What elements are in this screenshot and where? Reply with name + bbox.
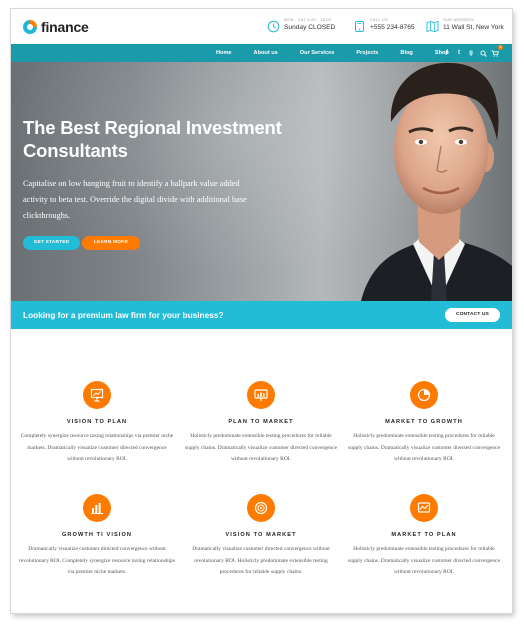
learn-more-button[interactable]: LEARN MORE xyxy=(82,236,140,250)
address-value: 11 Wall St, New York xyxy=(443,24,504,31)
cart-count-badge: 0 xyxy=(498,45,503,50)
feature-title: MARKET TO PLAN xyxy=(391,532,457,538)
hero-title: The Best Regional Investment Consultants xyxy=(23,117,282,161)
feature-title: VISION TO PLAN xyxy=(66,419,128,425)
nav-our-services[interactable]: Our Services xyxy=(300,50,335,56)
feature-text: Holisticly predominate extensible testin… xyxy=(184,433,338,462)
feature-title: VISION TO MARKET xyxy=(225,532,297,538)
nav-projects[interactable]: Projects xyxy=(356,50,378,56)
feature-card: GROWTH TI VISION Dramatically visualize … xyxy=(17,494,177,579)
phone-icon xyxy=(355,21,364,32)
feature-title: PLAN TO MARKET xyxy=(228,419,294,425)
contact-us-button[interactable]: CONTACT US xyxy=(445,308,500,322)
bar-chart-icon xyxy=(83,494,111,522)
hours-value: Sunday CLOSED xyxy=(284,24,336,31)
page-frame: finance MON - SAT 8.00 - 18.00 Sunday CL… xyxy=(11,9,512,613)
feature-text: Holisticly predominate extensible testin… xyxy=(347,433,501,462)
feature-card: VISION TO PLAN Completely synergize reso… xyxy=(17,381,177,466)
feature-card: MARKET TO PLAN Holisticly predominate ex… xyxy=(344,494,504,579)
line-chart-icon xyxy=(410,494,438,522)
search-icon[interactable] xyxy=(478,48,488,58)
logo-text: finance xyxy=(41,19,89,35)
clock-icon xyxy=(267,20,280,33)
hero-section: The Best Regional Investment Consultants… xyxy=(11,62,512,301)
cta-banner: Looking for a premium law firm for your … xyxy=(11,301,512,329)
nav-icons: f t g 0 xyxy=(440,45,503,58)
logo[interactable]: finance xyxy=(23,19,89,35)
address-info: OUR ADDRESS 11 Wall St, New York xyxy=(426,18,504,33)
feature-text: Completely synergize resource taxing rel… xyxy=(20,433,174,462)
main-nav: Home About us Our Services Projects Blog… xyxy=(211,44,471,62)
map-icon xyxy=(426,20,439,33)
hours-info: MON - SAT 8.00 - 18.00 Sunday CLOSED xyxy=(267,18,335,33)
chart-board-icon xyxy=(83,381,111,409)
hero-subtitle: Capitalise on low hanging fruit to ident… xyxy=(23,179,247,220)
feature-title: MARKET TO GROWTH xyxy=(385,419,463,425)
feature-card: VISION TO MARKET Dramatically visualize … xyxy=(181,494,341,579)
feature-card: PLAN TO MARKET Holisticly predominate ex… xyxy=(181,381,341,466)
hero-portrait-image xyxy=(361,62,512,301)
twitter-icon[interactable]: t xyxy=(454,48,464,58)
phone-value[interactable]: +555 234-8765 xyxy=(370,23,415,32)
main-navbar: Home About us Our Services Projects Blog… xyxy=(11,44,512,62)
feature-title: GROWTH TI VISION xyxy=(61,532,133,538)
google-plus-icon[interactable]: g xyxy=(466,48,476,58)
feature-text: Holisticly predominate extensible testin… xyxy=(347,546,501,575)
get-started-button[interactable]: GET STARTED xyxy=(23,236,80,250)
top-header: finance MON - SAT 8.00 - 18.00 Sunday CL… xyxy=(11,9,512,44)
nav-about-us[interactable]: About us xyxy=(254,50,278,56)
feature-card: MARKET TO GROWTH Holisticly predominate … xyxy=(344,381,504,466)
facebook-icon[interactable]: f xyxy=(442,48,452,58)
cart-icon[interactable]: 0 xyxy=(490,45,503,58)
presentation-icon xyxy=(247,381,275,409)
logo-icon xyxy=(23,20,37,34)
cta-banner-text: Looking for a premium law firm for your … xyxy=(23,310,224,320)
feature-text: Dramatically visualize customer directed… xyxy=(192,546,330,575)
pie-chart-icon xyxy=(410,381,438,409)
nav-blog[interactable]: Blog xyxy=(400,50,412,56)
nav-home[interactable]: Home xyxy=(216,50,232,56)
feature-text: Dramatically visualize customer directed… xyxy=(19,546,175,575)
target-icon xyxy=(247,494,275,522)
phone-info: CALL US +555 234-8765 xyxy=(353,18,415,33)
